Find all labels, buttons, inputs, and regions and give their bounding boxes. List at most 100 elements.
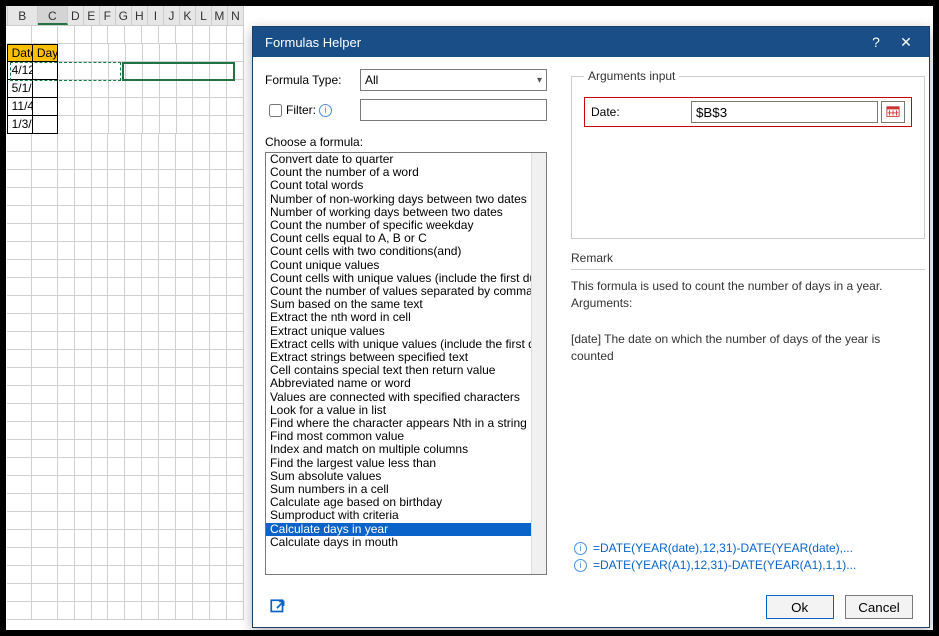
cell[interactable] — [7, 512, 33, 530]
column-header[interactable]: H — [132, 6, 148, 25]
cell[interactable] — [92, 404, 109, 422]
cell[interactable] — [125, 332, 142, 350]
formula-list-item[interactable]: Count total words — [266, 179, 531, 192]
cell[interactable] — [159, 368, 176, 386]
cell[interactable] — [75, 260, 92, 278]
cell[interactable] — [159, 206, 176, 224]
cell[interactable] — [75, 584, 92, 602]
formula-list-item[interactable]: Calculate days in mouth — [266, 536, 531, 549]
cell[interactable] — [193, 404, 210, 422]
cell[interactable] — [108, 566, 125, 584]
cell[interactable] — [58, 584, 75, 602]
cell[interactable] — [7, 26, 33, 44]
cell[interactable] — [176, 458, 193, 476]
cell[interactable] — [142, 422, 159, 440]
formula-list-item[interactable]: Values are connected with specified char… — [266, 391, 531, 404]
cell[interactable] — [193, 152, 210, 170]
cell[interactable] — [108, 548, 125, 566]
cell[interactable] — [32, 242, 58, 260]
formula-listbox[interactable]: Convert date to quarterCount the number … — [265, 152, 547, 575]
formula-list-item[interactable]: Extract unique values — [266, 325, 531, 338]
cell[interactable] — [7, 260, 33, 278]
cell[interactable] — [58, 566, 75, 584]
cell[interactable] — [227, 584, 244, 602]
cell[interactable] — [32, 584, 58, 602]
cell[interactable] — [193, 566, 210, 584]
cell[interactable] — [92, 548, 109, 566]
cell[interactable] — [58, 602, 75, 620]
cell[interactable] — [193, 134, 210, 152]
cell[interactable] — [108, 260, 125, 278]
cell[interactable] — [75, 332, 92, 350]
cell[interactable] — [210, 584, 227, 602]
cell[interactable] — [210, 602, 227, 620]
cell[interactable] — [7, 386, 33, 404]
cell[interactable] — [7, 296, 33, 314]
cell[interactable] — [125, 188, 142, 206]
cell[interactable] — [126, 80, 143, 98]
cell[interactable] — [177, 116, 194, 134]
cell[interactable] — [125, 404, 142, 422]
cell[interactable] — [193, 458, 210, 476]
cell[interactable] — [75, 26, 92, 44]
cell[interactable] — [109, 44, 126, 62]
cell[interactable] — [7, 224, 33, 242]
cell[interactable] — [142, 332, 159, 350]
cell[interactable] — [125, 386, 142, 404]
cell-date[interactable]: 4/12/1999 — [7, 62, 33, 80]
cell[interactable] — [75, 458, 92, 476]
cell[interactable] — [143, 62, 160, 80]
cell[interactable] — [227, 206, 244, 224]
cell[interactable] — [176, 494, 193, 512]
cell[interactable] — [142, 458, 159, 476]
column-header[interactable]: J — [164, 6, 180, 25]
cell[interactable] — [58, 422, 75, 440]
cell[interactable] — [32, 476, 58, 494]
cell[interactable] — [159, 170, 176, 188]
cell[interactable] — [92, 26, 109, 44]
cell[interactable] — [227, 458, 244, 476]
cell[interactable] — [142, 170, 159, 188]
cell[interactable] — [75, 512, 92, 530]
cell[interactable] — [210, 422, 227, 440]
cell[interactable] — [193, 476, 210, 494]
cell[interactable] — [193, 584, 210, 602]
cell[interactable] — [108, 512, 125, 530]
cell[interactable] — [143, 116, 160, 134]
cell[interactable] — [125, 368, 142, 386]
cell[interactable] — [92, 152, 109, 170]
cell[interactable] — [210, 152, 227, 170]
cell[interactable] — [32, 170, 58, 188]
cell[interactable] — [176, 530, 193, 548]
cell[interactable] — [142, 224, 159, 242]
table-header-date[interactable]: Date — [7, 44, 33, 62]
cell[interactable] — [210, 170, 227, 188]
cell[interactable] — [142, 404, 159, 422]
cell[interactable] — [125, 278, 142, 296]
cell[interactable] — [210, 548, 227, 566]
cell[interactable] — [193, 98, 210, 116]
column-header[interactable]: M — [212, 6, 228, 25]
cell[interactable] — [58, 314, 75, 332]
column-header[interactable]: C — [38, 6, 68, 25]
cell[interactable] — [126, 98, 143, 116]
cell[interactable] — [176, 242, 193, 260]
cell[interactable] — [7, 134, 33, 152]
cell[interactable] — [75, 368, 92, 386]
cell[interactable] — [32, 458, 58, 476]
cell[interactable] — [58, 368, 75, 386]
cell-days[interactable] — [33, 62, 58, 80]
cell[interactable] — [159, 494, 176, 512]
cell[interactable] — [227, 350, 244, 368]
cell[interactable] — [125, 458, 142, 476]
cell[interactable] — [193, 188, 210, 206]
cell[interactable] — [159, 260, 176, 278]
formula-preview-line[interactable]: i=DATE(YEAR(A1),12,31)-DATE(YEAR(A1),1,1… — [571, 558, 925, 572]
cell[interactable] — [109, 62, 126, 80]
cell[interactable] — [32, 206, 58, 224]
cell[interactable] — [176, 26, 193, 44]
cell[interactable] — [227, 602, 244, 620]
cell[interactable] — [176, 224, 193, 242]
cell[interactable] — [227, 404, 244, 422]
cell[interactable] — [227, 386, 244, 404]
